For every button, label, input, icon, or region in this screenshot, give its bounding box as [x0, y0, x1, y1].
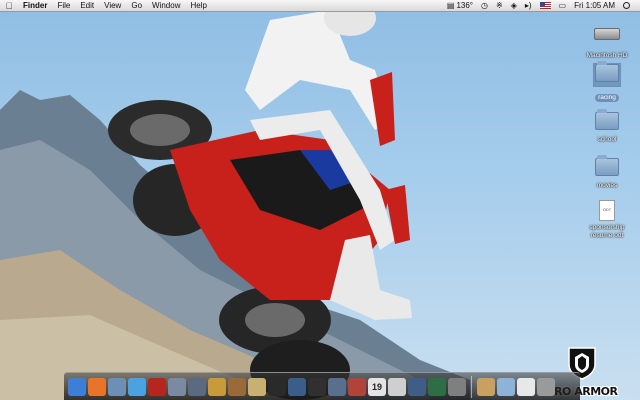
spotlight-icon[interactable]	[619, 2, 634, 9]
menu-view[interactable]: View	[99, 0, 126, 12]
menu-extras: ▤ 136° ◷ ※ ◈ ▸) ▭ Fri 1:05 AM	[443, 0, 640, 12]
front-row-icon[interactable]	[268, 377, 286, 396]
volume-icon[interactable]: ▸)	[521, 0, 536, 12]
dock-separator	[471, 375, 472, 398]
spaces-icon[interactable]	[408, 377, 426, 396]
ical-icon[interactable]: 19	[368, 377, 386, 396]
apple-icon[interactable]: 	[0, 1, 18, 11]
desktop-wallpaper	[0, 0, 640, 400]
clock[interactable]: Fri 1:05 AM	[570, 0, 619, 12]
desktop-icon-label: racing	[595, 94, 619, 102]
guitar-icon[interactable]	[248, 377, 266, 396]
dashboard-icon[interactable]	[308, 377, 326, 396]
wifi-icon[interactable]: ◈	[507, 0, 521, 12]
folder-icon	[594, 155, 620, 180]
address-book-icon[interactable]	[348, 377, 366, 396]
iphoto-icon[interactable]	[168, 377, 186, 396]
menu-edit[interactable]: Edit	[75, 0, 99, 12]
thermometer-icon: ▤	[446, 0, 455, 10]
temperature-value: 136°	[456, 0, 473, 10]
folder-icon	[593, 61, 621, 87]
expose-icon[interactable]	[328, 377, 346, 396]
desktop-icon-label: sponsorship resume.odt	[589, 224, 625, 239]
hard-drive-icon	[594, 28, 620, 50]
desktop-icon-racing[interactable]: racing	[577, 61, 637, 104]
battery-icon[interactable]: ▭	[555, 0, 571, 12]
menu-file[interactable]: File	[52, 0, 75, 12]
menu-bar:  Finder File Edit View Go Window Help ▤…	[0, 0, 640, 12]
temperature-status[interactable]: ▤ 136°	[443, 0, 477, 12]
desktop-icon-school[interactable]: school	[577, 109, 637, 144]
dock: 19	[64, 372, 580, 400]
desktop-icon-label: school	[597, 136, 617, 143]
preview-icon[interactable]	[108, 377, 126, 396]
menu-app-finder[interactable]: Finder	[18, 0, 52, 12]
garageband-icon[interactable]	[208, 377, 226, 396]
applications-stack-icon[interactable]	[477, 377, 495, 396]
input-menu-flag-icon[interactable]	[536, 2, 555, 9]
desktop-icon-label: Macintosh HD	[586, 52, 628, 59]
downloads-stack-icon[interactable]	[517, 377, 535, 396]
trash-icon[interactable]	[537, 377, 555, 396]
desktop-icon-sponsorship-resume[interactable]: ODT sponsorship resume.odt	[577, 200, 637, 240]
photo-booth-icon[interactable]	[148, 377, 166, 396]
itunes-icon[interactable]	[128, 377, 146, 396]
desktop-icon-movies[interactable]: movies	[577, 155, 637, 190]
menu-window[interactable]: Window	[147, 0, 185, 12]
menu-go[interactable]: Go	[126, 0, 147, 12]
iweb-icon[interactable]	[228, 377, 246, 396]
time-machine-icon[interactable]	[428, 377, 446, 396]
menu-help[interactable]: Help	[185, 0, 211, 12]
documents-stack-icon[interactable]	[497, 377, 515, 396]
document-icon: ODT	[594, 200, 620, 222]
wallpaper-scene	[0, 0, 470, 400]
desktop-icon-macintosh-hd[interactable]: Macintosh HD	[577, 22, 637, 60]
folder-icon	[594, 109, 620, 134]
bluetooth-icon[interactable]: ※	[492, 0, 507, 12]
finder-icon[interactable]	[68, 377, 86, 396]
firefox-icon[interactable]	[88, 377, 106, 396]
desktop-icon-label: movies	[596, 182, 618, 189]
system-preferences-icon[interactable]	[448, 377, 466, 396]
imovie-icon[interactable]	[188, 377, 206, 396]
quicktime-icon[interactable]	[288, 377, 306, 396]
mail-icon[interactable]	[388, 377, 406, 396]
time-machine-status-icon[interactable]: ◷	[477, 0, 492, 12]
